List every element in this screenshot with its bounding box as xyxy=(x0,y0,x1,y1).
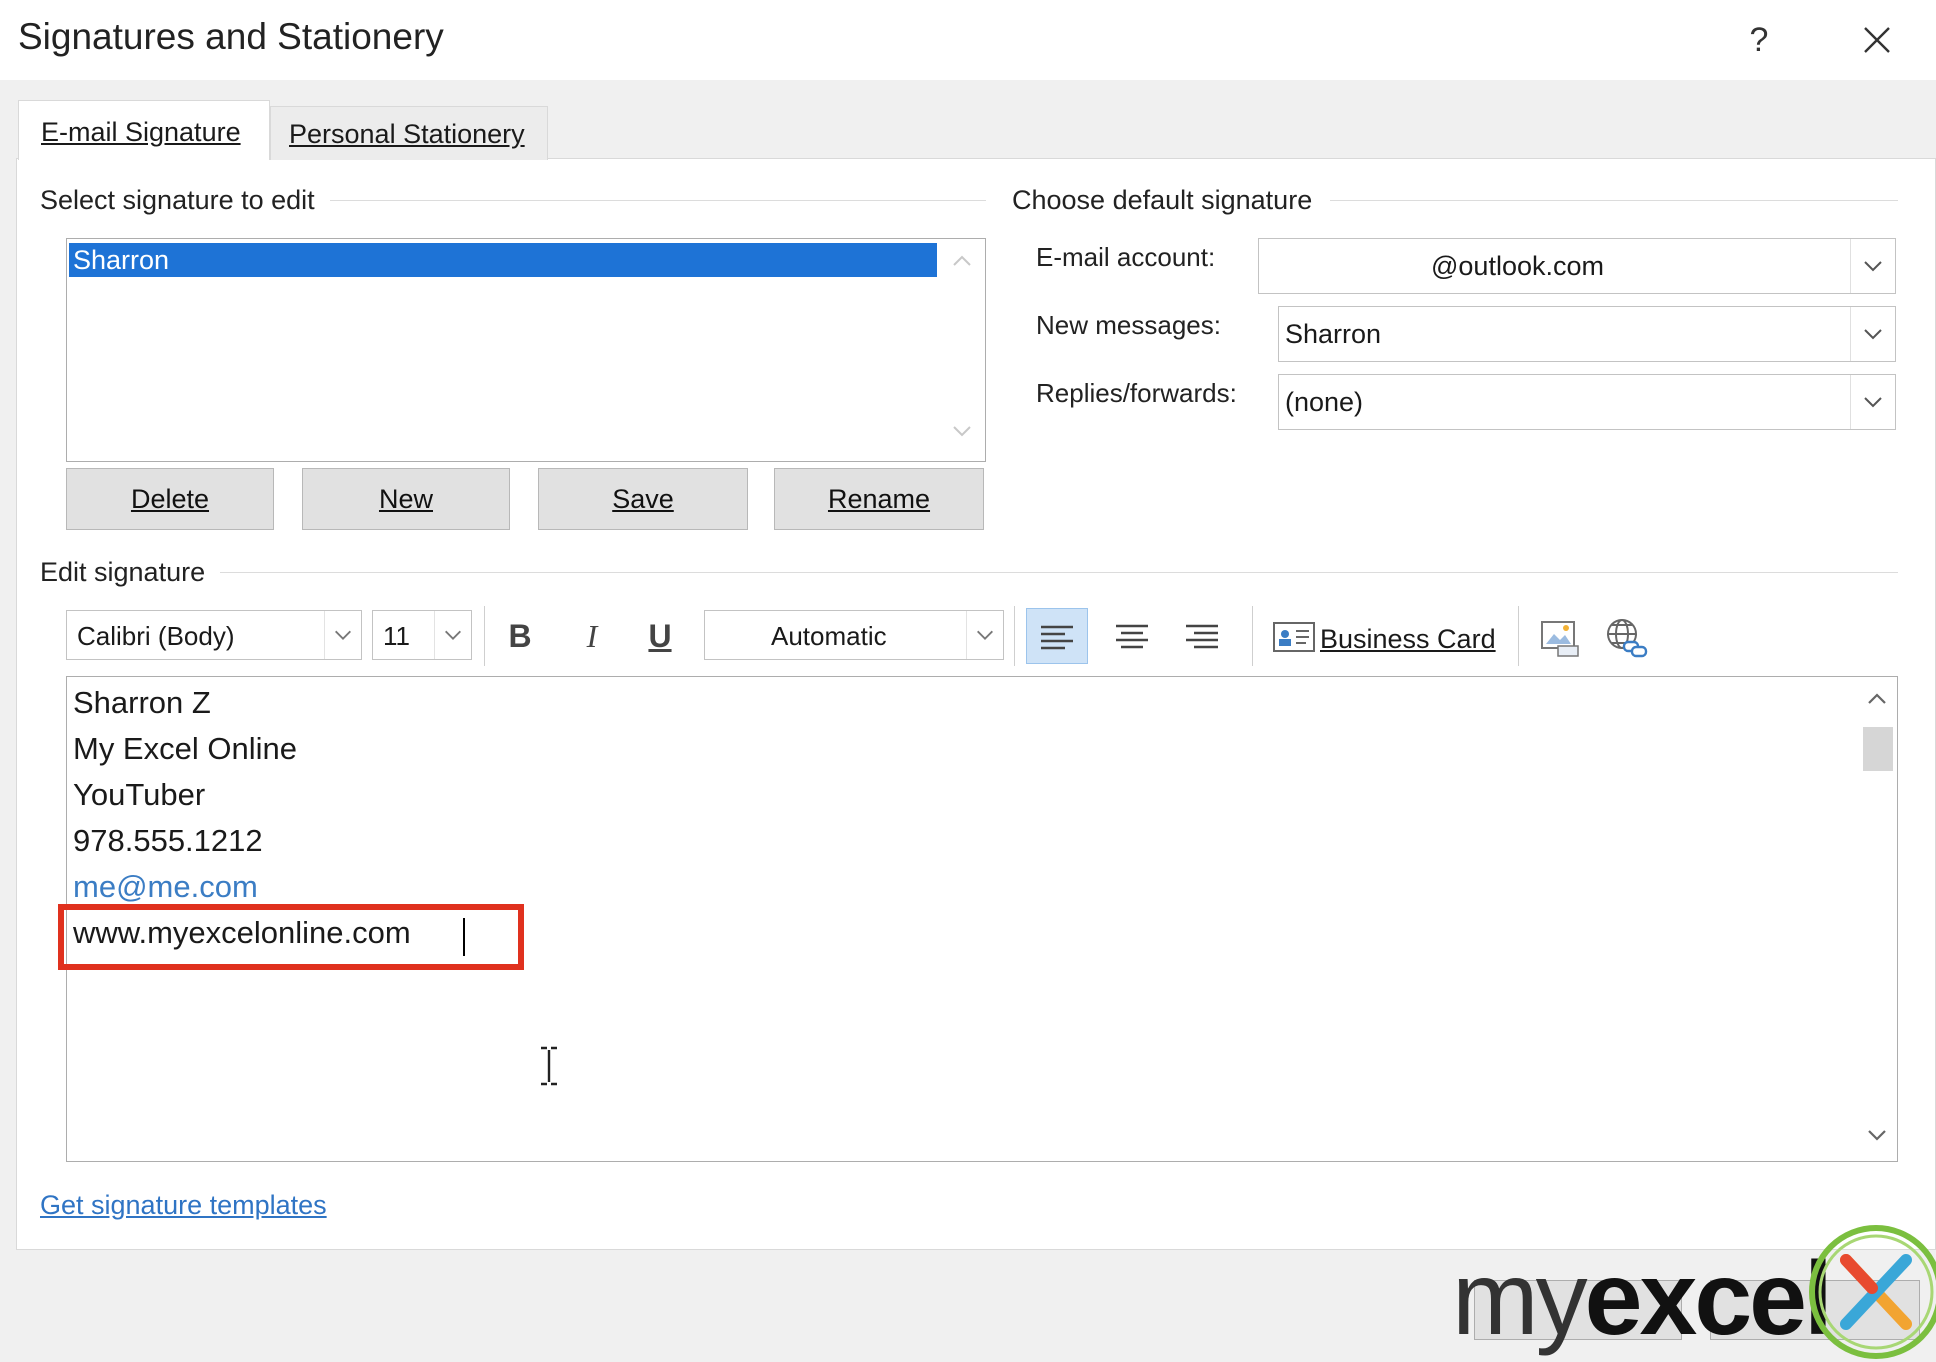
bold-button[interactable]: B xyxy=(494,610,546,662)
scroll-up-icon[interactable] xyxy=(947,249,977,279)
tab-personal-stationery[interactable]: Personal Stationery xyxy=(270,106,548,160)
save-button[interactable]: Save xyxy=(538,468,748,530)
toolbar-separator xyxy=(1518,606,1519,666)
tab-personal-stationery-label: Personal Stationery xyxy=(289,119,525,149)
toolbar-separator xyxy=(484,606,485,666)
align-right-icon xyxy=(1186,624,1218,649)
signature-line-email-link[interactable]: me@me.com xyxy=(73,869,258,905)
tab-email-signature[interactable]: E-mail Signature xyxy=(18,100,270,160)
align-center-button[interactable] xyxy=(1102,608,1162,664)
signature-list-item[interactable]: Sharron xyxy=(69,243,937,277)
signature-line-phone: 978.555.1212 xyxy=(73,823,263,858)
close-icon xyxy=(1864,27,1890,53)
watermark-logo-bold: excel xyxy=(1584,1241,1833,1357)
font-family-dropdown[interactable]: Calibri (Body) xyxy=(66,610,362,660)
chevron-down-icon[interactable] xyxy=(1850,375,1895,429)
chevron-down-icon[interactable] xyxy=(1850,307,1895,361)
signature-line-name: Sharron Z xyxy=(73,685,211,720)
insert-hyperlink-button[interactable] xyxy=(1600,612,1652,664)
watermark-logo-light: my xyxy=(1452,1241,1588,1357)
scroll-thumb[interactable] xyxy=(1863,727,1893,771)
watermark-logo-text: myexcel xyxy=(1452,1240,1833,1359)
signature-line-company: My Excel Online xyxy=(73,731,297,766)
group-divider xyxy=(330,200,986,201)
align-left-icon xyxy=(1041,625,1073,650)
align-center-icon xyxy=(1116,624,1148,649)
insert-picture-icon xyxy=(1541,621,1579,657)
toolbar-separator xyxy=(1252,606,1253,666)
help-button[interactable]: ? xyxy=(1735,16,1783,64)
font-color-value: Automatic xyxy=(771,621,887,651)
rename-button[interactable]: Rename xyxy=(774,468,984,530)
close-button[interactable] xyxy=(1850,16,1904,64)
delete-button[interactable]: Delete xyxy=(66,468,274,530)
new-messages-dropdown[interactable]: Sharron xyxy=(1278,306,1896,362)
new-button-label: New xyxy=(378,484,433,514)
chevron-down-icon[interactable] xyxy=(434,611,471,659)
toolbar-separator xyxy=(1014,606,1015,666)
hyperlink-icon xyxy=(1607,619,1648,658)
font-size-dropdown[interactable]: 11 xyxy=(372,610,472,660)
italic-button[interactable]: I xyxy=(566,610,618,662)
new-messages-label: New messages: xyxy=(1036,310,1221,340)
text-cursor-icon xyxy=(541,1046,557,1086)
scroll-down-icon[interactable] xyxy=(947,419,977,449)
align-left-button[interactable] xyxy=(1026,608,1088,664)
email-account-dropdown[interactable]: @outlook.com xyxy=(1258,238,1896,294)
font-color-dropdown[interactable]: Automatic xyxy=(704,610,1004,660)
scroll-up-icon[interactable] xyxy=(1865,687,1889,711)
replies-forwards-dropdown[interactable]: (none) xyxy=(1278,374,1896,430)
font-family-value: Calibri (Body) xyxy=(77,621,235,651)
new-button[interactable]: New xyxy=(302,468,510,530)
font-size-value: 11 xyxy=(383,621,410,651)
rename-button-label: Rename xyxy=(827,484,931,514)
business-card-icon xyxy=(1273,622,1315,652)
business-card-button[interactable]: Business Card xyxy=(1268,612,1498,664)
text-caret xyxy=(463,918,465,956)
signature-list[interactable]: Sharron xyxy=(66,238,986,462)
edit-signature-label: Edit signature xyxy=(40,557,218,588)
tab-email-signature-label: E-mail Signature xyxy=(41,117,241,147)
underline-button[interactable]: U xyxy=(634,610,686,662)
dialog-title: Signatures and Stationery xyxy=(18,16,444,57)
highlight-annotation-box xyxy=(58,904,524,970)
editor-scrollbar[interactable] xyxy=(1857,677,1897,1161)
new-messages-value: Sharron xyxy=(1285,319,1382,349)
group-divider xyxy=(220,572,1898,573)
group-divider xyxy=(1330,200,1898,201)
chevron-down-icon[interactable] xyxy=(966,611,1003,659)
scroll-down-icon[interactable] xyxy=(1865,1123,1889,1147)
watermark-logo-badge xyxy=(1809,1225,1936,1359)
business-card-label: Business Card xyxy=(1320,624,1496,654)
save-button-label: Save xyxy=(612,484,674,514)
chevron-down-icon[interactable] xyxy=(1850,239,1895,293)
email-account-value: @outlook.com xyxy=(1431,251,1604,281)
get-signature-templates-link[interactable]: Get signature templates xyxy=(40,1190,327,1221)
delete-button-label: Delete xyxy=(130,484,210,514)
default-signature-label: Choose default signature xyxy=(1012,185,1325,216)
email-account-label: E-mail account: xyxy=(1036,242,1216,272)
select-signature-label: Select signature to edit xyxy=(40,185,327,216)
insert-picture-button[interactable] xyxy=(1534,612,1586,664)
signature-line-title: YouTuber xyxy=(73,777,206,812)
replies-forwards-value: (none) xyxy=(1285,387,1364,417)
replies-forwards-label: Replies/forwards: xyxy=(1036,378,1237,408)
chevron-down-icon[interactable] xyxy=(324,611,361,659)
align-right-button[interactable] xyxy=(1172,608,1232,664)
